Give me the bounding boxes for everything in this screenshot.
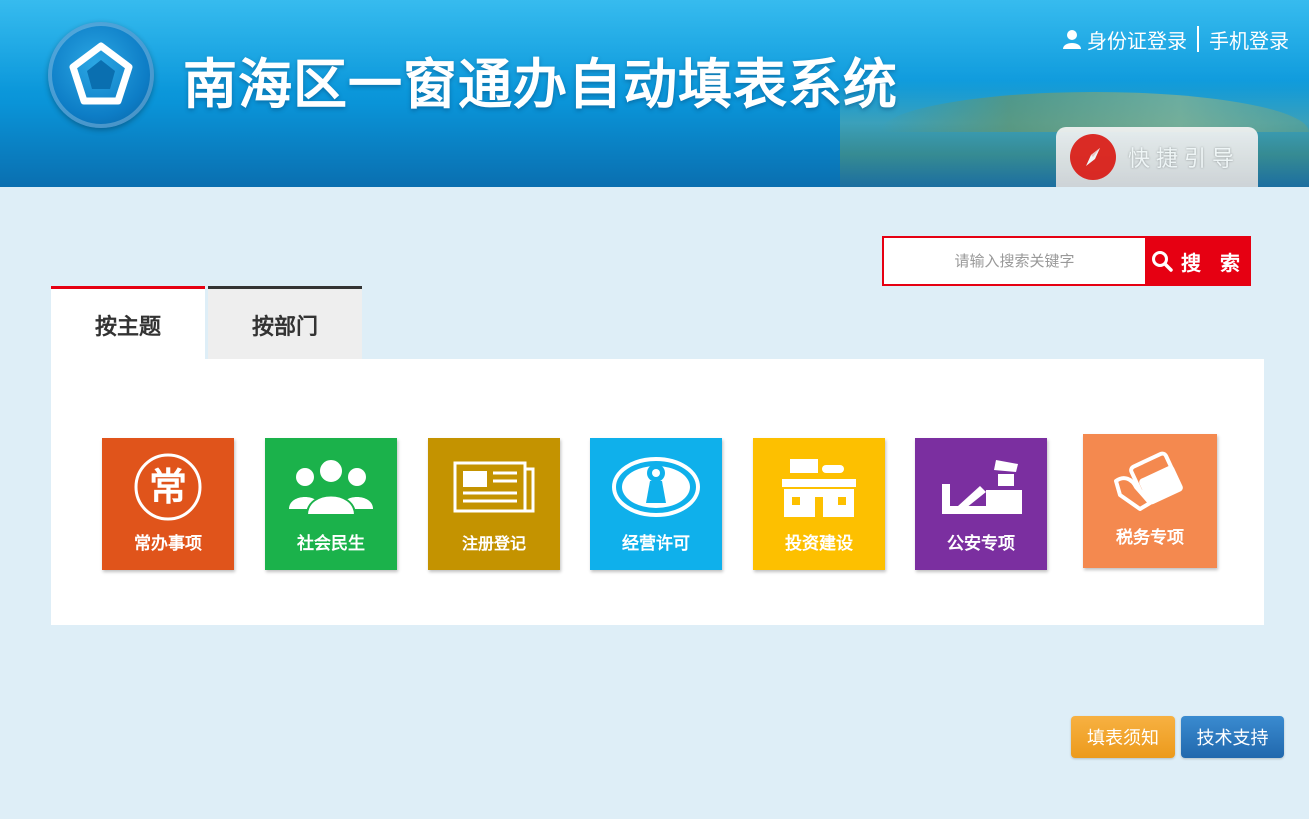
category-tile-registration[interactable]: 注册登记 [428,438,560,570]
phone-login-link[interactable]: 手机登录 [1209,25,1289,54]
category-label: 注册登记 [461,534,526,553]
newspaper-icon [451,452,537,522]
category-tile-common[interactable]: 常 常办事项 [102,438,234,570]
tab-by-topic[interactable]: 按主题 [51,286,205,361]
form-notice-button[interactable]: 填表须知 [1071,716,1175,758]
category-tile-police[interactable]: 公安专项 [915,438,1047,570]
quick-guide-label: 快捷引导 [1128,147,1241,172]
id-card-login-link[interactable]: 身份证登录 [1087,25,1187,54]
police-icon [936,452,1026,522]
tab-by-department[interactable]: 按部门 [208,286,362,361]
svg-text:常: 常 [149,465,187,509]
people-group-icon [285,452,377,522]
chang-circle-icon: 常 [128,452,208,522]
tax-hand-icon [1110,448,1190,518]
search-input[interactable] [884,238,1145,284]
building-icon [776,452,862,522]
login-divider [1197,26,1199,52]
search-button[interactable]: 搜 索 [1146,236,1251,286]
category-panel: 常 常办事项 社会民生 注册登记 经营许可 投资建设 公安专项 税务专项 [51,359,1264,625]
category-tile-license[interactable]: 经营许可 [590,438,722,570]
category-label: 税务专项 [1116,528,1184,548]
category-label: 投资建设 [785,534,853,554]
category-tile-investment[interactable]: 投资建设 [753,438,885,570]
category-label: 经营许可 [622,534,690,554]
category-label: 公安专项 [947,534,1015,554]
quick-guide-button[interactable]: 快捷引导 [1056,127,1258,187]
page-title: 南海区一窗通办自动填表系统 [183,53,898,116]
search-box [882,236,1147,286]
category-label: 常办事项 [134,534,202,554]
compass-icon [1070,134,1116,180]
pentagon-logo-icon [48,22,154,128]
login-area: 身份证登录 手机登录 [1063,24,1289,54]
user-icon [1063,30,1081,49]
tech-support-button[interactable]: 技术支持 [1181,716,1284,758]
category-label: 社会民生 [297,534,365,554]
header-banner: 南海区一窗通办自动填表系统 身份证登录 手机登录 快捷引导 [0,0,1309,187]
medal-oval-icon [610,452,702,522]
category-tile-livelihood[interactable]: 社会民生 [265,438,397,570]
category-tile-tax[interactable]: 税务专项 [1083,434,1217,568]
search-icon [1152,251,1173,272]
search-button-label: 搜 索 [1181,250,1246,275]
